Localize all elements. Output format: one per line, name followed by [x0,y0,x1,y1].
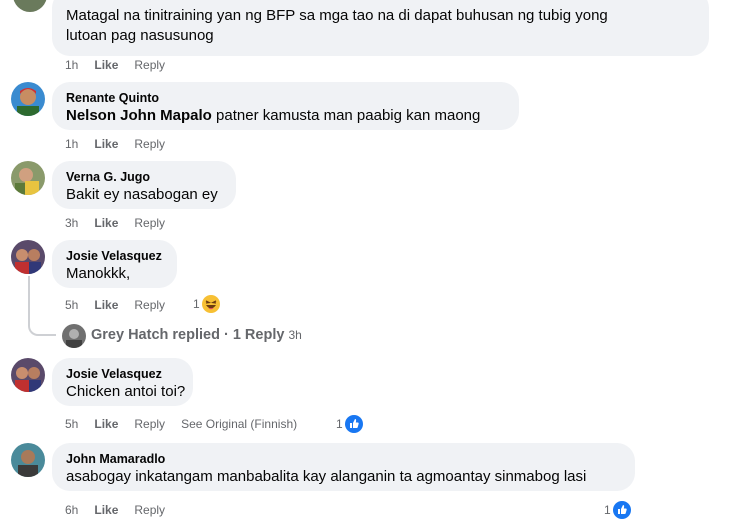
like-button[interactable]: Like [94,215,118,231]
comment-text-line: lutoan pag nasusunog [66,27,214,44]
timestamp[interactable]: 5h [65,416,78,432]
comment-author[interactable]: Verna G. Jugo [66,169,222,185]
reaction-number: 1 [336,417,343,431]
user-photo-icon [11,443,45,477]
timestamp[interactable]: 3h [65,215,78,231]
comment-text: Bakit ey nasabogan ey [66,186,218,203]
reply-button[interactable]: Reply [134,502,165,518]
comment-actions: 6h Like Reply [65,502,181,518]
user-photo-icon [11,82,45,116]
user-photo-icon [11,240,45,274]
comment-bubble: Matagal na tinitraining yan ng BFP sa mg… [52,0,709,56]
comment-actions: 1h Like Reply [65,136,181,152]
reply-time: 3h [288,328,302,342]
reaction-count[interactable]: 1 [336,415,363,433]
avatar[interactable] [62,324,86,348]
user-photo-icon [11,161,45,195]
reaction-number: 1 [604,503,611,517]
user-photo-icon [62,324,86,348]
mention-link[interactable]: Nelson John Mapalo [66,107,212,124]
comment-text: Chicken antoi toi? [66,383,186,400]
avatar[interactable] [11,358,45,392]
timestamp[interactable]: 6h [65,502,78,518]
comment-actions: 3h Like Reply [65,215,181,231]
reaction-number: 1 [193,297,200,311]
like-button[interactable]: Like [94,502,118,518]
timestamp[interactable]: 1h [65,57,78,73]
avatar[interactable] [13,0,47,12]
see-original-link[interactable]: See Original (Finnish) [181,416,297,432]
avatar[interactable] [11,161,45,195]
comment-actions: 5h Like Reply [65,297,181,313]
reaction-count[interactable]: 1 [604,501,631,519]
reply-button[interactable]: Reply [134,297,165,313]
comment-text-line: Matagal na tinitraining yan ng BFP sa mg… [66,7,608,24]
reaction-count[interactable]: 1 [193,295,220,313]
comment-author[interactable]: Josie Velasquez [66,248,163,264]
comment-bubble: Josie Velasquez Manokkk, [52,240,177,288]
comment-text: Manokkk, [66,265,131,282]
like-button[interactable]: Like [94,297,118,313]
avatar[interactable] [11,82,45,116]
comment-author[interactable]: Renante Quinto [66,90,505,106]
timestamp[interactable]: 1h [65,136,78,152]
like-button[interactable]: Like [94,136,118,152]
comment-author[interactable]: Josie Velasquez [66,366,179,382]
reply-label: replied · 1 Reply [172,327,285,343]
comment-author[interactable]: John Mamaradlo [66,451,621,467]
avatar[interactable] [11,240,45,274]
view-replies-link[interactable]: Grey Hatch replied · 1 Reply 3h [91,327,302,343]
reply-button[interactable]: Reply [134,136,165,152]
comment-actions: 5h Like Reply See Original (Finnish) [65,416,313,432]
comment-bubble: Renante Quinto Nelson John Mapalo patner… [52,82,519,130]
reply-author: Grey Hatch [91,327,169,343]
reply-button[interactable]: Reply [134,215,165,231]
haha-emoji-icon [201,295,220,313]
comment-bubble: Josie Velasquez Chicken antoi toi? [52,358,193,406]
timestamp[interactable]: 5h [65,297,78,313]
reply-button[interactable]: Reply [134,416,165,432]
comment-bubble: Verna G. Jugo Bakit ey nasabogan ey [52,161,236,209]
like-button[interactable]: Like [94,57,118,73]
reply-button[interactable]: Reply [134,57,165,73]
comment-actions: 1h Like Reply [65,57,181,73]
comment-bubble: John Mamaradlo asabogay inkatangam manba… [52,443,635,491]
like-icon [612,501,631,519]
comment-text: asabogay inkatangam manbabalita kay alan… [66,468,587,485]
like-icon [344,415,363,433]
like-button[interactable]: Like [94,416,118,432]
avatar[interactable] [11,443,45,477]
thread-curve [28,312,56,336]
comment-text: Nelson John Mapalo patner kamusta man pa… [66,107,481,124]
user-photo-icon [11,358,45,392]
